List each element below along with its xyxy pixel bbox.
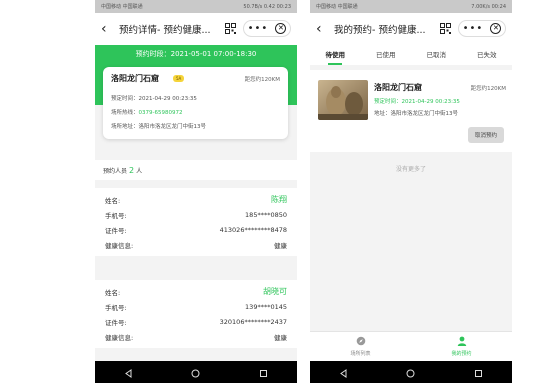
rating-badge: 5A: [173, 75, 185, 82]
person-card: 姓名: 胡晓可 手机号: 139****0145 证件号: 320106*******…: [95, 280, 297, 348]
venue-address: 洛阳市洛龙区龙门中街13号: [138, 124, 207, 130]
carrier-text: 中国移动 中国联通: [101, 4, 143, 10]
my-reservations-screen: 中国移动 中国联通 7.00K/s 00:24 ‹ 我的预约- 预约健康... …: [310, 0, 512, 383]
people-count-row: 预约人员 2 人: [95, 160, 297, 180]
status-right-text: 50.7B/s 0.42 00:23: [243, 3, 291, 10]
status-bar: 中国移动 中国联通 7.00K/s 00:24: [310, 0, 512, 13]
phone-label: 场所热线：: [111, 110, 139, 116]
booking-time-row: 预定时间：2021-04-29 00:23:35: [374, 97, 506, 105]
person-phone: 139****0145: [245, 302, 287, 311]
cancel-reservation-button[interactable]: 取消预约: [467, 127, 504, 143]
person-id: 320106********2437: [219, 317, 287, 326]
person-icon: [457, 336, 467, 348]
booking-address: 洛阳市洛龙区龙门中街13号: [390, 111, 459, 117]
book-time-label: 预定时间：: [111, 96, 139, 102]
mini-program-capsule: ••• ✕: [243, 20, 291, 37]
back-arrow-icon[interactable]: ‹: [316, 22, 330, 36]
booking-distance: 距您约120KM: [470, 85, 506, 92]
id-label: 证件号:: [105, 226, 127, 235]
id-label: 证件号:: [105, 318, 127, 327]
booking-address-label: 地址：: [374, 111, 391, 117]
more-icon[interactable]: •••: [248, 23, 269, 34]
phone-label: 手机号:: [105, 303, 127, 312]
health-label: 健康信息:: [105, 333, 134, 342]
booking-time: 2021-04-29 00:23:35: [401, 99, 460, 105]
page-title: 预约详情- 预约健康...: [119, 25, 211, 36]
no-more-text: 没有更多了: [395, 166, 426, 173]
name-label: 姓名:: [105, 196, 121, 205]
compass-icon: [356, 336, 366, 348]
person-health: 健康: [274, 333, 287, 342]
status-bar: 中国移动 中国联通 50.7B/s 0.42 00:23: [95, 0, 297, 13]
title-bar: ‹ 我的预约- 预约健康... ••• ✕: [310, 13, 512, 45]
phone-label: 手机号:: [105, 211, 127, 220]
nav-home-icon[interactable]: [191, 363, 200, 382]
book-time-row: 预定时间：2021-04-29 00:23:35: [111, 94, 280, 102]
people-label: 预约人员: [103, 167, 128, 175]
carrier-text: 中国移动 中国联通: [316, 4, 358, 10]
system-nav-bar: [310, 361, 512, 383]
status-right-text: 7.00K/s 00:24: [471, 3, 506, 10]
address-row: 场所地址：洛阳市洛龙区龙门中街13号: [111, 122, 280, 130]
mini-program-capsule: ••• ✕: [458, 20, 506, 37]
tab-cancelled[interactable]: 已取消: [411, 45, 462, 65]
nav-back-icon[interactable]: [124, 363, 133, 382]
person-name: 胡晓可: [263, 287, 287, 296]
bottom-tab-bar: 场所列表 我的预约: [310, 331, 512, 361]
venue-phone-link[interactable]: 0379-65980972: [139, 110, 183, 116]
person-card: 姓名: 陈翔 手机号: 185****0850 证件号: 413026********…: [95, 188, 297, 256]
tab-my-reservations[interactable]: 我的预约: [411, 332, 512, 361]
tab-used[interactable]: 已使用: [361, 45, 412, 65]
tab-venue-list[interactable]: 场所列表: [310, 332, 411, 361]
book-time-value: 2021-04-29 00:23:35: [138, 96, 197, 102]
qr-code-icon[interactable]: [438, 22, 452, 36]
qr-code-icon[interactable]: [223, 22, 237, 36]
phone-row: 场所热线：0379-65980972: [111, 108, 280, 116]
status-tabs: 待使用 已使用 已取消 已失效: [310, 45, 512, 65]
nav-recent-icon[interactable]: [474, 363, 483, 382]
tab-venue-list-label: 场所列表: [350, 351, 371, 357]
close-icon[interactable]: ✕: [275, 23, 287, 34]
nav-home-icon[interactable]: [406, 363, 415, 382]
booking-venue-name: 洛阳龙门石窟: [374, 83, 422, 92]
people-unit: 人: [136, 167, 143, 175]
name-label: 姓名:: [105, 288, 121, 297]
venue-thumbnail: [318, 80, 368, 120]
health-label: 健康信息:: [105, 241, 134, 250]
nav-recent-icon[interactable]: [259, 363, 268, 382]
booking-address-row: 地址：洛阳市洛龙区龙门中街13号: [374, 109, 506, 117]
tab-pending[interactable]: 待使用: [310, 45, 361, 65]
person-id: 413026********8478: [219, 225, 287, 234]
booking-time-label: 预定时间：: [374, 99, 402, 105]
nav-back-icon[interactable]: [339, 363, 348, 382]
page-title: 我的预约- 预约健康...: [334, 25, 426, 36]
reservation-detail-screen: 中国移动 中国联通 50.7B/s 0.42 00:23 ‹ 预约详情- 预约健…: [95, 0, 297, 383]
booking-card[interactable]: 洛阳龙门石窟 距您约120KM 预定时间：2021-04-29 00:23:35…: [310, 70, 512, 152]
system-nav-bar: [95, 361, 297, 383]
address-label: 场所地址：: [111, 124, 139, 130]
back-arrow-icon[interactable]: ‹: [101, 22, 115, 36]
person-name: 陈翔: [271, 195, 287, 204]
venue-distance: 距您约120KM: [244, 76, 280, 83]
tab-my-reservations-label: 我的预约: [451, 351, 472, 357]
title-bar: ‹ 预约详情- 预约健康... ••• ✕: [95, 13, 297, 45]
people-count: 2: [129, 165, 135, 175]
venue-name: 洛阳龙门石窟: [111, 74, 159, 83]
reservation-period: 预约时段：2021-05-01 07:00-18:30: [135, 50, 257, 58]
tab-expired[interactable]: 已失效: [462, 45, 513, 65]
more-icon[interactable]: •••: [463, 23, 484, 34]
venue-card: 洛阳龙门石窟 5A 距您约120KM 预定时间：2021-04-29 00:23…: [103, 67, 288, 139]
close-icon[interactable]: ✕: [490, 23, 502, 34]
person-phone: 185****0850: [245, 210, 287, 219]
person-health: 健康: [274, 241, 287, 250]
